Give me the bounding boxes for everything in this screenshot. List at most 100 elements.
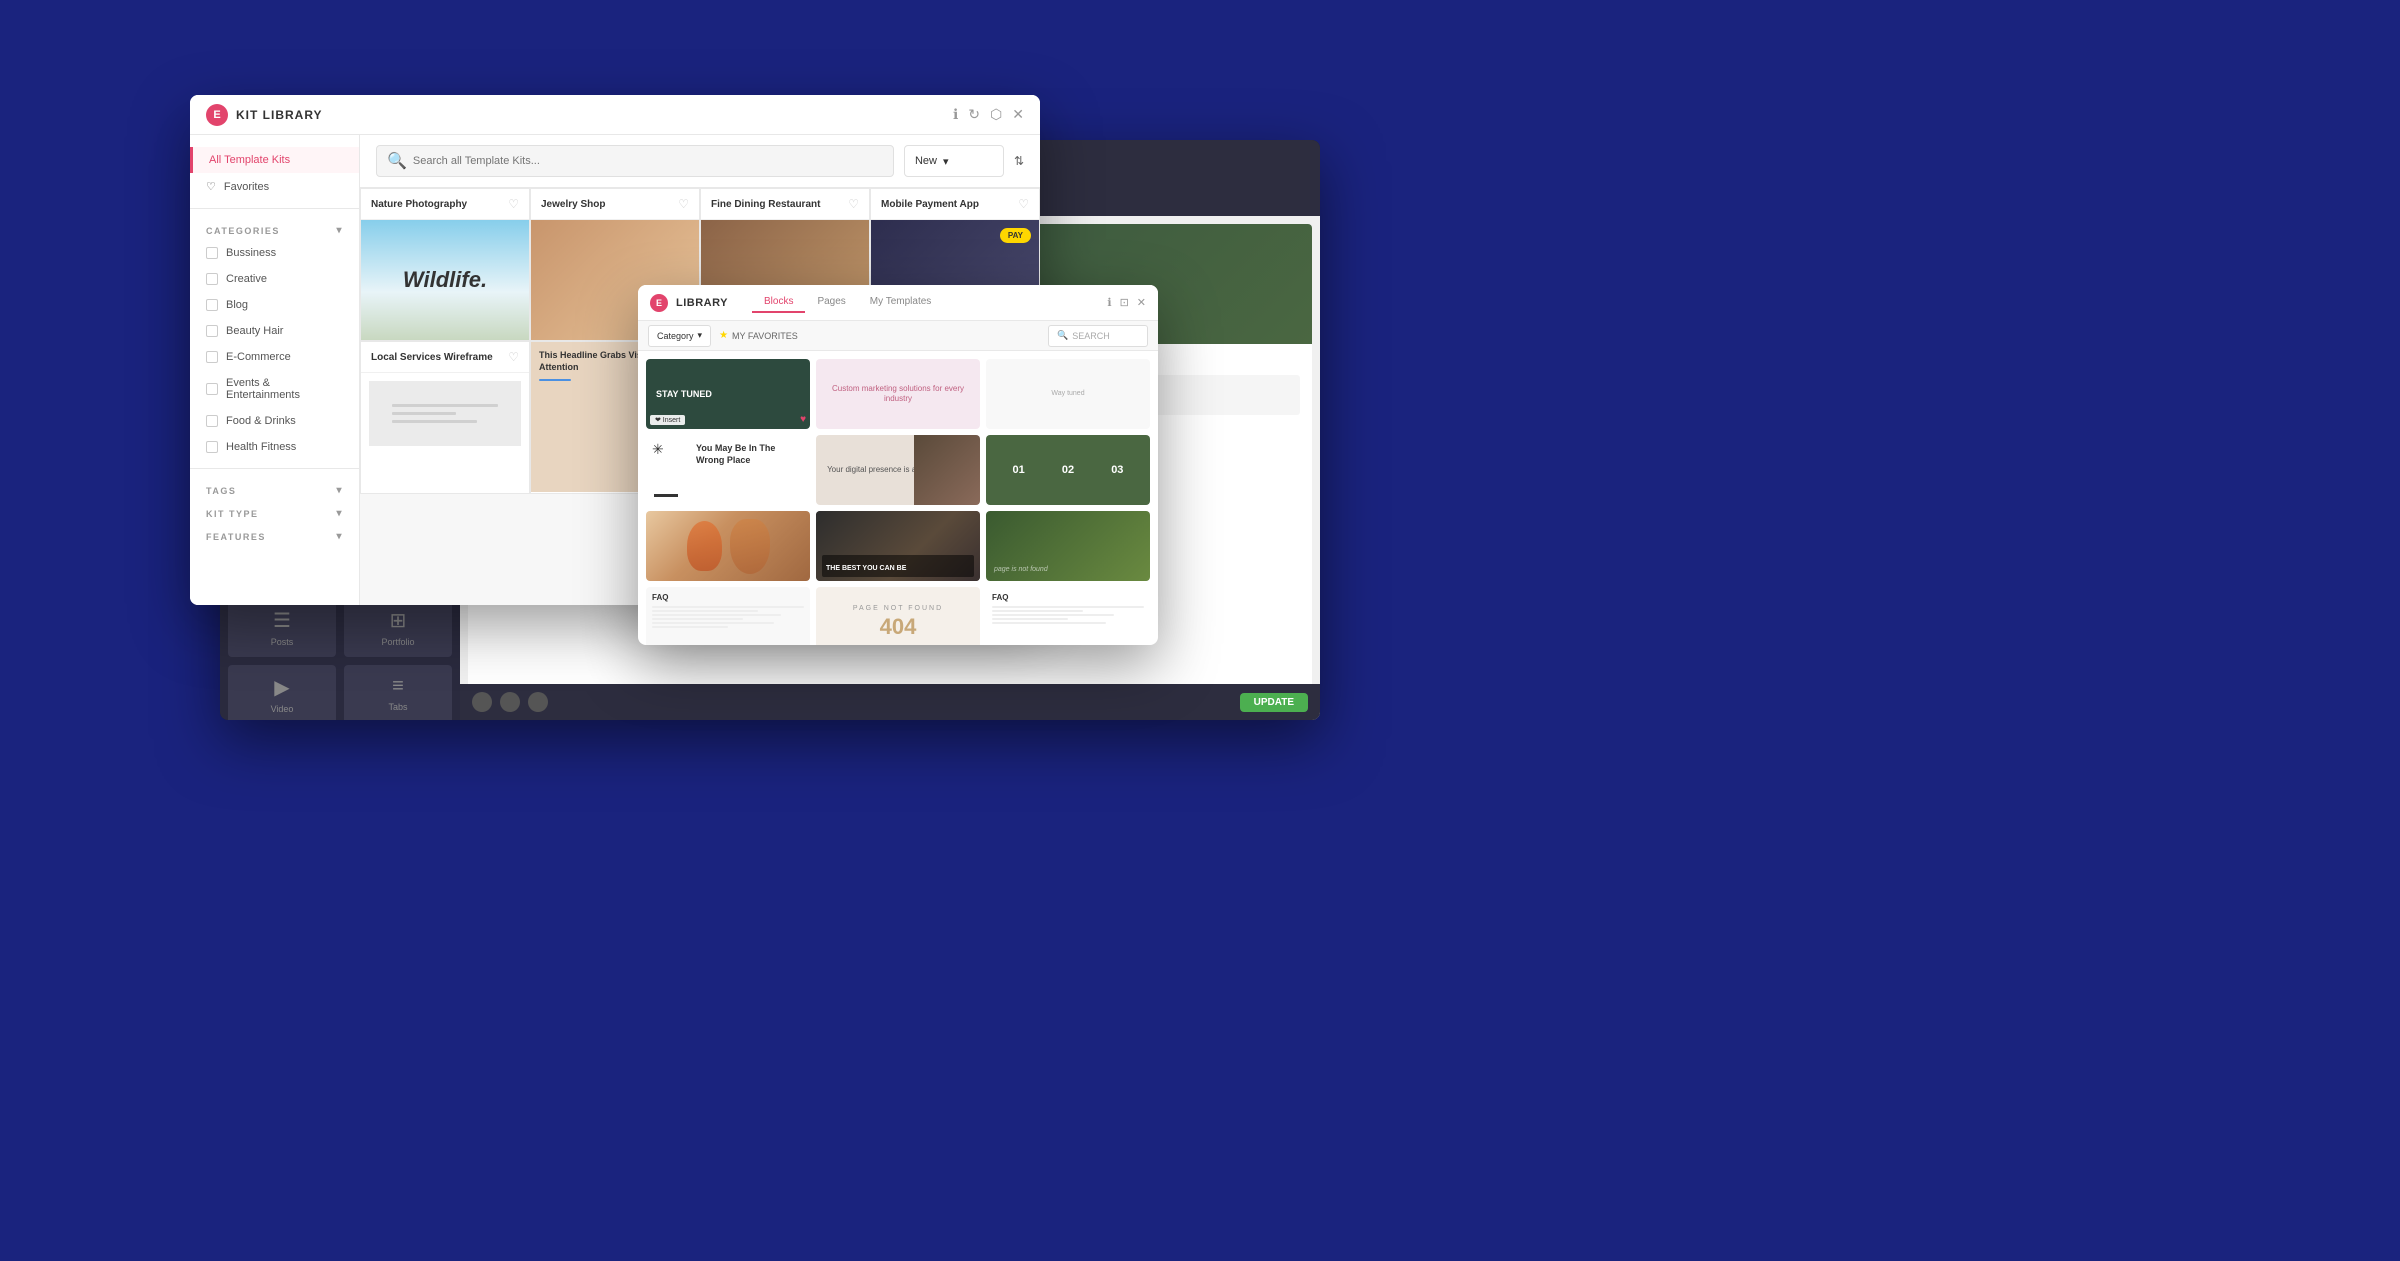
heart-icon[interactable]: ♡ (678, 197, 689, 211)
kit-type-arrow-icon[interactable]: ▾ (336, 508, 343, 519)
mobile-pill: PAY (1000, 228, 1031, 243)
lib-toolbar: Category ▾ ★ MY FAVORITES 🔍 SEARCH (638, 321, 1158, 351)
kit-logo-icon: E (206, 104, 228, 126)
dropdown-arrow-icon: ▾ (698, 330, 703, 341)
heart-icon[interactable]: ♥ (800, 414, 806, 425)
star-icon: ✳ (652, 441, 664, 458)
tags-arrow-icon[interactable]: ▾ (336, 485, 343, 496)
search-icon: 🔍 (1057, 330, 1068, 341)
info-icon[interactable]: ℹ (953, 106, 958, 123)
lib-expand-icon[interactable]: ⊡ (1120, 296, 1129, 309)
tags-section: TAGS ▾ (190, 477, 359, 500)
lib-close-icon[interactable]: ✕ (1137, 296, 1146, 309)
sidebar-item-favorites[interactable]: ♡ Favorites (190, 173, 359, 200)
lib-card-green-leaves[interactable]: page is not found (986, 511, 1150, 581)
lib-card-green-numbers[interactable]: 01 02 03 (986, 435, 1150, 505)
sidebar-item-food[interactable]: Food & Drinks (190, 408, 359, 434)
sidebar-item-creative[interactable]: Creative (190, 266, 359, 292)
wrong-place-title: You May Be In The Wrong Place (696, 443, 802, 466)
categories-arrow-icon[interactable]: ▾ (336, 225, 343, 236)
404-text: 404 (880, 614, 917, 640)
num-03: 03 (1111, 464, 1123, 476)
sidebar-item-beauty-hair[interactable]: Beauty Hair (190, 318, 359, 344)
lib-card-stay-tuned[interactable]: STAY TUNED ♥ ❤ Insert (646, 359, 810, 429)
kit-type-section: KIT TYPE ▾ (190, 500, 359, 523)
lib-category-dropdown[interactable]: Category ▾ (648, 325, 711, 347)
lib-card-faq2[interactable]: FAQ (986, 587, 1150, 645)
heart-icon[interactable]: ♡ (1018, 197, 1029, 211)
sidebar-item-ecommerce[interactable]: E-Commerce (190, 344, 359, 370)
lib-card-faq[interactable]: FAQ (646, 587, 810, 645)
element-posts[interactable]: ☰ Posts (228, 598, 336, 657)
heart-icon[interactable]: ♡ (508, 197, 519, 211)
kit-search-bar[interactable]: 🔍 (376, 145, 894, 177)
lib-body: STAY TUNED ♥ ❤ Insert Custom marketing s… (638, 351, 1158, 645)
library-window: E LIBRARY Blocks Pages My Templates ℹ ⊡ … (638, 285, 1158, 645)
search-icon: 🔍 (387, 151, 407, 171)
refresh-icon[interactable]: ↻ (968, 106, 980, 123)
tab-my-templates[interactable]: My Templates (858, 292, 944, 313)
kit-title-bar: E KIT LIBRARY ℹ ↻ ⬡ ✕ (190, 95, 1040, 135)
heart-icon[interactable]: ♡ (848, 197, 859, 211)
kit-main-header: 🔍 New ▾ ⇅ (360, 135, 1040, 188)
categories-section: CATEGORIES ▾ (190, 217, 359, 240)
sidebar-item-health[interactable]: Health Fitness (190, 434, 359, 460)
filter-label: New (915, 155, 937, 167)
kit-filter-dropdown[interactable]: New ▾ (904, 145, 1004, 177)
lib-grid: STAY TUNED ♥ ❤ Insert Custom marketing s… (638, 351, 1158, 645)
sidebar-item-label: Favorites (224, 181, 269, 193)
gym-text: THE BEST YOU CAN BE (826, 565, 906, 572)
insert-badge: ❤ Insert (650, 415, 685, 425)
lib-card-pink-marketing[interactable]: Custom marketing solutions for every ind… (816, 359, 980, 429)
star-icon: ★ (719, 330, 728, 341)
faq-title: FAQ (652, 593, 804, 602)
num-02: 02 (1062, 464, 1074, 476)
close-icon[interactable]: ✕ (1012, 106, 1024, 123)
kit-title-text: KIT LIBRARY (236, 108, 323, 122)
lib-card-digital-presence[interactable]: Your digital presence is about to take o… (816, 435, 980, 505)
faq2-title: FAQ (992, 593, 1144, 602)
features-section: FEATURES ▾ (190, 523, 359, 546)
page-not-found-label: PAGE NOT FOUND (853, 605, 943, 612)
lib-card-gym[interactable]: THE BEST YOU CAN BE (816, 511, 980, 581)
lib-card-plant[interactable] (646, 511, 810, 581)
lib-tabs: Blocks Pages My Templates (752, 292, 943, 313)
num-01: 01 (1013, 464, 1025, 476)
lib-card-wrong-place[interactable]: ✳ You May Be In The Wrong Place (646, 435, 810, 505)
lib-search[interactable]: 🔍 SEARCH (1048, 325, 1148, 347)
white-text: Way tuned (1051, 389, 1084, 399)
sidebar-item-bussiness[interactable]: Bussiness (190, 240, 359, 266)
element-video2[interactable]: ▶ Video (228, 665, 336, 720)
heart-icon[interactable]: ♡ (508, 350, 519, 364)
kit-sidebar: All Template Kits ♡ Favorites CATEGORIES… (190, 135, 360, 605)
settings-icon[interactable]: ⬡ (990, 106, 1002, 123)
sidebar-item-events[interactable]: Events & Entertainments (190, 370, 359, 408)
kit-card-nature[interactable]: Nature Photography ♡ Wildlife. (360, 188, 530, 341)
lib-card-white-text[interactable]: Way tuned (986, 359, 1150, 429)
dropdown-arrow-icon: ▾ (943, 155, 949, 168)
sidebar-item-label: All Template Kits (209, 154, 290, 166)
kit-search-input[interactable] (413, 155, 883, 167)
page-not-found-text: page is not found (994, 566, 1048, 573)
kit-card-local[interactable]: Local Services Wireframe ♡ (360, 341, 530, 494)
filter-icon[interactable]: ⇅ (1014, 154, 1024, 168)
lib-favorites-toggle[interactable]: ★ MY FAVORITES (719, 330, 798, 341)
lib-logo-icon: E (650, 294, 668, 312)
lib-title-text: LIBRARY (676, 297, 728, 309)
lib-info-icon[interactable]: ℹ (1107, 296, 1111, 309)
sidebar-item-blog[interactable]: Blog (190, 292, 359, 318)
tab-blocks[interactable]: Blocks (752, 292, 805, 313)
sidebar-item-all-templates[interactable]: All Template Kits (190, 147, 359, 173)
element-portfolio[interactable]: ⊞ Portfolio (344, 598, 452, 657)
lib-title-bar: E LIBRARY Blocks Pages My Templates ℹ ⊡ … (638, 285, 1158, 321)
tab-pages[interactable]: Pages (805, 292, 857, 313)
pink-marketing-text: Custom marketing solutions for every ind… (824, 384, 972, 405)
features-arrow-icon[interactable]: ▾ (336, 531, 343, 542)
stay-tuned-text: STAY TUNED (656, 389, 712, 399)
editor-bottom-bar: UPDATE (460, 684, 1320, 720)
lib-card-404[interactable]: PAGE NOT FOUND 404 (816, 587, 980, 645)
nature-card-text: Wildlife. (403, 267, 487, 293)
element-tabs[interactable]: ≡ Tabs (344, 665, 452, 720)
heart-icon: ♡ (206, 180, 216, 193)
update-button[interactable]: UPDATE (1240, 693, 1308, 712)
